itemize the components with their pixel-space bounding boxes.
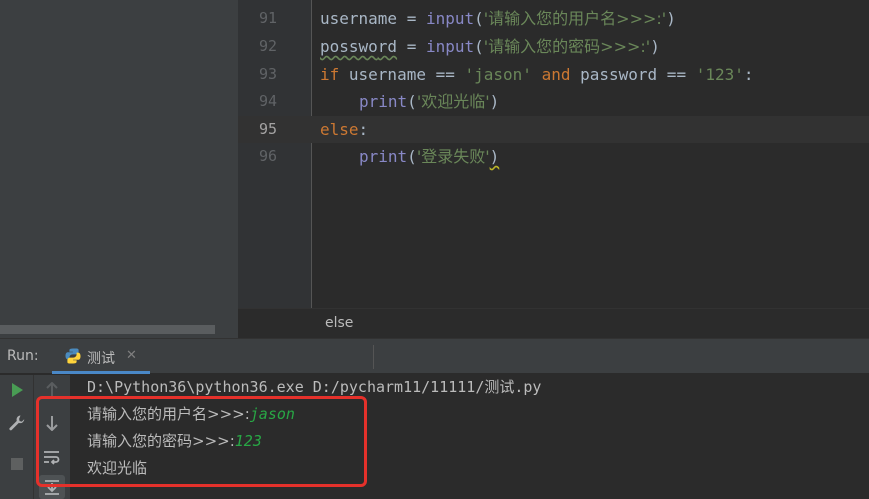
code-string: '登录失败' (416, 147, 490, 166)
code-var-misspelled: possword (320, 37, 397, 56)
python-icon (65, 348, 81, 364)
line-number: 96 (258, 147, 278, 165)
code-line-92[interactable]: possword = input('请输入您的密码>>>:') (320, 33, 660, 60)
horizontal-scrollbar[interactable] (0, 325, 215, 334)
settings-button[interactable] (6, 412, 28, 434)
code-paren: ) (650, 37, 660, 56)
code-keyword: else (320, 120, 359, 139)
code-line-93[interactable]: if username == 'jason' and password == '… (320, 61, 754, 88)
code-var-part: posswo (320, 37, 378, 56)
play-icon (12, 383, 23, 397)
code-line-94[interactable]: print('欢迎光临') (359, 88, 499, 115)
code-line-96[interactable]: print('登录失败') (359, 143, 499, 170)
line-number: 91 (258, 9, 278, 27)
close-icon[interactable]: ✕ (126, 348, 137, 363)
code-paren: ( (407, 147, 417, 166)
header-divider (373, 345, 374, 369)
code-op: = (397, 37, 426, 56)
code-string: '欢迎光临' (416, 92, 490, 111)
code-string: '请输入您的密码>>>:' (483, 37, 651, 56)
code-paren: ( (407, 92, 417, 111)
run-label: Run: (7, 348, 39, 364)
code-builtin: print (359, 147, 408, 166)
code-expr: password == (580, 65, 696, 84)
run-tab[interactable]: 测试 ✕ (52, 339, 150, 374)
rerun-button[interactable] (6, 379, 28, 401)
code-string: '请输入您的用户名>>>:' (483, 9, 667, 28)
code-colon: : (358, 120, 369, 139)
code-paren: ) (489, 92, 500, 111)
code-paren: ( (474, 9, 484, 28)
code-string: '123' (695, 65, 744, 84)
wrench-icon (9, 415, 25, 431)
run-toolbar-primary (0, 375, 34, 499)
stop-icon (11, 458, 23, 470)
line-number: 92 (258, 37, 278, 55)
line-number: 93 (258, 65, 278, 83)
code-paren: ) (666, 9, 676, 28)
code-paren-warning: ) (489, 147, 500, 166)
line-number: 94 (258, 92, 278, 110)
code-op: = (397, 9, 426, 28)
console-command: D:\Python36\python36.exe D:/pycharm11/11… (87, 378, 542, 396)
code-colon: : (743, 65, 754, 84)
code-expr: username == (339, 65, 465, 84)
breadcrumb-bar: else (238, 308, 869, 338)
code-line-95[interactable]: else: (320, 116, 368, 143)
stop-button[interactable] (6, 453, 28, 475)
project-panel (0, 0, 238, 338)
code-var: username (320, 9, 398, 28)
code-paren: ( (474, 37, 484, 56)
code-builtin: input (425, 9, 475, 28)
code-string: 'jason' (464, 65, 532, 84)
highlight-annotation-box (36, 396, 367, 487)
code-var-part: rd (377, 37, 398, 56)
line-number-active: 95 (258, 120, 278, 138)
run-tab-label: 测试 (87, 351, 115, 367)
code-keyword: if (320, 65, 340, 84)
code-builtin: print (359, 92, 408, 111)
run-tool-window-header: Run: 测试 ✕ (0, 338, 869, 374)
code-builtin: input (425, 37, 475, 56)
breadcrumb[interactable]: else (325, 315, 353, 331)
code-keyword: and (531, 65, 581, 84)
code-line-91[interactable]: username = input('请输入您的用户名>>>:') (320, 5, 676, 32)
